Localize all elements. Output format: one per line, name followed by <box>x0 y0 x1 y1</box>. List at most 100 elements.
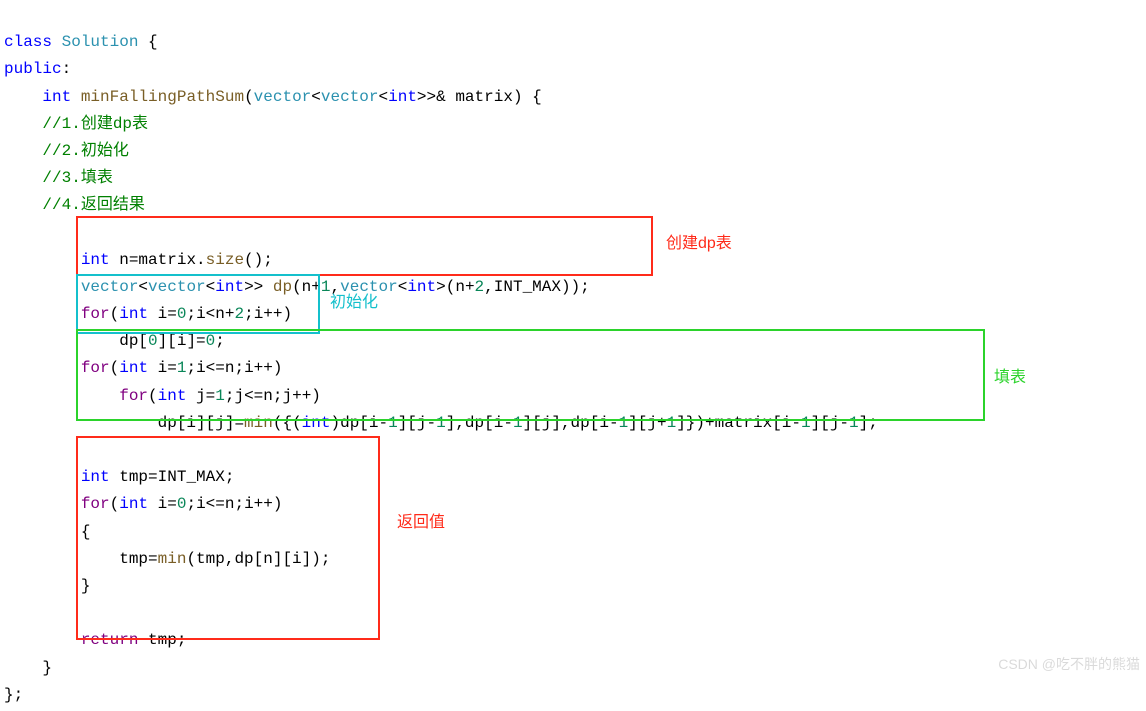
op: < <box>138 278 148 296</box>
kw-public: public <box>4 60 62 78</box>
txt: ]})+matrix[i- <box>676 414 801 432</box>
n: 2 <box>234 305 244 323</box>
txt: i= <box>148 359 177 377</box>
op: < <box>311 88 321 106</box>
txt: >(n+ <box>436 278 474 296</box>
colon: : <box>62 60 72 78</box>
txt: dp[ <box>119 332 148 350</box>
fn-min: min <box>244 414 273 432</box>
txt: i= <box>148 305 177 323</box>
comment-4: //4.返回结果 <box>42 196 144 214</box>
op: ( <box>110 359 120 377</box>
t: int <box>158 387 187 405</box>
brace: ) { <box>513 88 542 106</box>
label-init: 初始化 <box>330 288 378 312</box>
kw-int: int <box>81 468 110 486</box>
op: ( <box>110 305 120 323</box>
n: 1 <box>849 414 859 432</box>
kw-class: class <box>4 33 52 51</box>
txt: n=matrix. <box>110 251 206 269</box>
comment-3: //3.填表 <box>42 169 112 187</box>
label-return: 返回值 <box>397 508 445 532</box>
v: dp <box>273 278 292 296</box>
t: int <box>119 359 148 377</box>
code-block: class Solution { public: int minFallingP… <box>0 0 1146 711</box>
t: int <box>302 414 331 432</box>
txt: )dp[i- <box>330 414 388 432</box>
txt: dp[i][j]= <box>158 414 244 432</box>
op: >>& <box>417 88 455 106</box>
kw-for: for <box>81 305 110 323</box>
t: vector <box>254 88 312 106</box>
txt: ;j<=n;j++) <box>225 387 321 405</box>
fn-size: size <box>206 251 244 269</box>
label-fill: 填表 <box>994 363 1026 387</box>
type-solution: Solution <box>62 33 139 51</box>
txt: ][i]= <box>158 332 206 350</box>
txt: ; <box>215 332 225 350</box>
txt: tmp= <box>119 550 157 568</box>
txt: ({( <box>273 414 302 432</box>
txt: i= <box>148 495 177 513</box>
txt: (n+ <box>292 278 321 296</box>
n: 0 <box>148 332 158 350</box>
t: int <box>119 305 148 323</box>
n: 0 <box>206 332 216 350</box>
t: vector <box>321 88 379 106</box>
txt: ;i++) <box>244 305 292 323</box>
kw-for: for <box>119 387 148 405</box>
txt: ]; <box>859 414 878 432</box>
op: ( <box>148 387 158 405</box>
n: 1 <box>801 414 811 432</box>
txt: ][j- <box>398 414 436 432</box>
paren: ( <box>244 88 254 106</box>
t: int <box>388 88 417 106</box>
kw-return: return <box>81 631 139 649</box>
brace: } <box>42 659 52 677</box>
op: < <box>379 88 389 106</box>
kw-for: for <box>81 495 110 513</box>
txt: ][j+ <box>628 414 666 432</box>
brace: } <box>81 577 91 595</box>
kw-int: int <box>81 251 110 269</box>
n: 1 <box>513 414 523 432</box>
param: matrix <box>455 88 513 106</box>
txt: ,INT_MAX)); <box>484 278 590 296</box>
kw-for: for <box>81 359 110 377</box>
fn-min: min <box>158 550 187 568</box>
txt: ],dp[i- <box>446 414 513 432</box>
txt: ][j],dp[i- <box>523 414 619 432</box>
n: 1 <box>667 414 677 432</box>
t: int <box>215 278 244 296</box>
n: 1 <box>215 387 225 405</box>
txt: (); <box>244 251 273 269</box>
txt: ][j- <box>811 414 849 432</box>
op: < <box>398 278 408 296</box>
txt: tmp; <box>138 631 186 649</box>
t: int <box>407 278 436 296</box>
brace: { <box>81 523 91 541</box>
txt: ;i<=n;i++) <box>186 495 282 513</box>
t: vector <box>148 278 206 296</box>
brace: }; <box>4 686 23 704</box>
n: 1 <box>619 414 629 432</box>
brace: { <box>138 33 157 51</box>
comment-2: //2.初始化 <box>42 142 128 160</box>
comment-1: //1.创建dp表 <box>42 115 148 133</box>
fn-name: minFallingPathSum <box>81 88 244 106</box>
txt: j= <box>186 387 215 405</box>
n: 1 <box>436 414 446 432</box>
watermark: CSDN @吃不胖的熊猫 <box>998 654 1140 674</box>
kw-int: int <box>42 88 71 106</box>
txt: ;i<n+ <box>186 305 234 323</box>
txt: (tmp,dp[n][i]); <box>186 550 330 568</box>
op: >> <box>244 278 273 296</box>
op: ( <box>110 495 120 513</box>
label-create: 创建dp表 <box>666 229 732 253</box>
t: vector <box>81 278 139 296</box>
n: 1 <box>388 414 398 432</box>
txt: tmp=INT_MAX; <box>110 468 235 486</box>
t: int <box>119 495 148 513</box>
txt: ;i<=n;i++) <box>186 359 282 377</box>
op: < <box>206 278 216 296</box>
